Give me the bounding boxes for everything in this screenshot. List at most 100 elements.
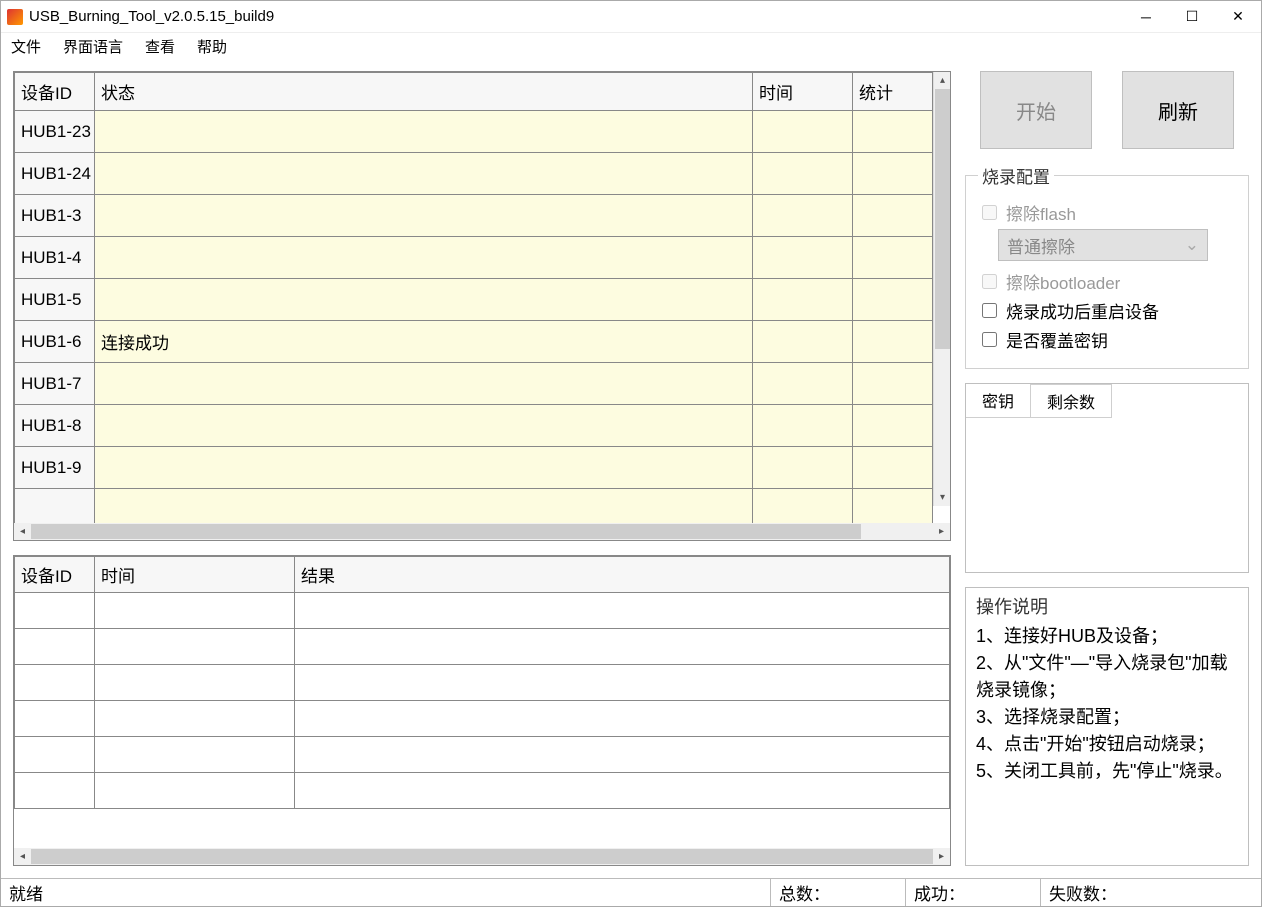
instruction-line: 1、连接好HUB及设备； [976, 623, 1238, 650]
cell-stats [853, 363, 933, 405]
col-stats[interactable]: 统计 [853, 73, 933, 111]
col-device-id[interactable]: 设备ID [15, 73, 95, 111]
start-button[interactable]: 开始 [980, 71, 1092, 149]
maximize-button[interactable]: ☐ [1169, 1, 1215, 33]
erase-bootloader-checkbox[interactable]: 擦除bootloader [978, 269, 1236, 294]
statusbar: 就绪 总数： 成功： 失败数： [1, 878, 1261, 906]
table-row[interactable]: HUB1-24 [15, 153, 933, 195]
cell-time [753, 447, 853, 489]
rcol-time[interactable]: 时间 [95, 557, 295, 593]
instruction-line: 4、点击"开始"按钮启动烧录； [976, 731, 1238, 758]
cell-status: 连接成功 [95, 321, 753, 363]
menubar: 文件 界面语言 查看 帮助 [1, 33, 1261, 59]
rcol-device-id[interactable]: 设备ID [15, 557, 95, 593]
window-title: USB_Burning_Tool_v2.0.5.15_build9 [29, 8, 1123, 25]
cell-time [753, 279, 853, 321]
erase-bootloader-input[interactable] [982, 274, 997, 289]
col-time[interactable]: 时间 [753, 73, 853, 111]
table-row[interactable]: HUB1-8 [15, 405, 933, 447]
table-row[interactable]: HUB1-6连接成功 [15, 321, 933, 363]
rcol-result[interactable]: 结果 [295, 557, 950, 593]
cell-stats [853, 321, 933, 363]
reboot-after-checkbox[interactable]: 烧录成功后重启设备 [978, 298, 1236, 323]
col-status[interactable]: 状态 [95, 73, 753, 111]
burn-config-legend: 烧录配置 [978, 163, 1054, 188]
chevron-down-icon: ⌄ [1185, 235, 1199, 255]
cell-device-id: HUB1-9 [15, 447, 95, 489]
result-table-hscrollbar[interactable]: ◂ ▸ [14, 848, 950, 865]
menu-view[interactable]: 查看 [141, 34, 179, 59]
refresh-button[interactable]: 刷新 [1122, 71, 1234, 149]
tab-key[interactable]: 密钥 [966, 384, 1031, 418]
reboot-after-input[interactable] [982, 303, 997, 318]
cell-status [95, 447, 753, 489]
instructions-title: 操作说明 [976, 594, 1238, 621]
app-icon [7, 9, 23, 25]
status-total: 总数： [771, 879, 906, 906]
hscroll-thumb[interactable] [31, 524, 861, 539]
menu-language[interactable]: 界面语言 [59, 34, 127, 59]
menu-help[interactable]: 帮助 [193, 34, 231, 59]
action-buttons: 开始 刷新 [965, 71, 1249, 149]
status-success: 成功： [906, 879, 1041, 906]
result-table: 设备ID 时间 结果 [14, 556, 950, 809]
menu-file[interactable]: 文件 [7, 34, 45, 59]
scroll-down-icon[interactable]: ▾ [934, 489, 950, 506]
table-row[interactable]: HUB1-4 [15, 237, 933, 279]
cell-time [753, 363, 853, 405]
status-ready: 就绪 [1, 879, 771, 906]
table-row[interactable]: HUB1-9 [15, 447, 933, 489]
cell-stats [853, 153, 933, 195]
scroll-left-icon[interactable]: ◂ [14, 848, 31, 865]
erase-flash-input[interactable] [982, 205, 997, 220]
right-column: 开始 刷新 烧录配置 擦除flash 普通擦除 ⌄ 擦除bootloader [965, 71, 1249, 866]
overwrite-key-checkbox[interactable]: 是否覆盖密钥 [978, 327, 1236, 352]
cell-status [95, 237, 753, 279]
device-table-hscrollbar[interactable]: ◂ ▸ [14, 523, 950, 540]
table-row[interactable]: HUB1-7 [15, 363, 933, 405]
key-box: 密钥 剩余数 [965, 383, 1249, 573]
table-row[interactable]: HUB1-23 [15, 111, 933, 153]
scroll-up-icon[interactable]: ▴ [934, 72, 950, 89]
cell-device-id: HUB1-4 [15, 237, 95, 279]
cell-device-id: HUB1-6 [15, 321, 95, 363]
cell-device-id: HUB1-24 [15, 153, 95, 195]
cell-device-id: HUB1-3 [15, 195, 95, 237]
cell-status [95, 111, 753, 153]
hscroll-thumb[interactable] [31, 849, 933, 864]
result-table-box: 设备ID 时间 结果 [13, 555, 951, 866]
titlebar: USB_Burning_Tool_v2.0.5.15_build9 ─ ☐ ✕ [1, 1, 1261, 33]
scroll-right-icon[interactable]: ▸ [933, 848, 950, 865]
cell-status [95, 363, 753, 405]
erase-mode-select[interactable]: 普通擦除 ⌄ [998, 229, 1208, 261]
cell-time [753, 111, 853, 153]
instruction-line: 2、从"文件"—"导入烧录包"加载烧录镜像； [976, 650, 1238, 704]
vscroll-thumb[interactable] [935, 89, 950, 349]
erase-flash-checkbox[interactable]: 擦除flash [978, 200, 1236, 225]
cell-device-id: HUB1-8 [15, 405, 95, 447]
tab-remaining[interactable]: 剩余数 [1030, 384, 1112, 418]
cell-device-id: HUB1-5 [15, 279, 95, 321]
overwrite-key-input[interactable] [982, 332, 997, 347]
cell-time [753, 237, 853, 279]
cell-stats [853, 405, 933, 447]
table-row[interactable]: HUB1-3 [15, 195, 933, 237]
content-area: 设备ID 状态 时间 统计 HUB1-23HUB1-24HUB1-3HUB1-4… [1, 59, 1261, 878]
minimize-button[interactable]: ─ [1123, 1, 1169, 33]
cell-time [753, 153, 853, 195]
scroll-left-icon[interactable]: ◂ [14, 523, 31, 540]
cell-status [95, 405, 753, 447]
cell-status [95, 195, 753, 237]
device-table-vscrollbar[interactable]: ▴ ▾ [933, 72, 950, 506]
cell-stats [853, 111, 933, 153]
table-row[interactable]: HUB1-5 [15, 279, 933, 321]
cell-stats [853, 279, 933, 321]
instruction-line: 3、选择烧录配置； [976, 704, 1238, 731]
result-table-scroll: 设备ID 时间 结果 [14, 556, 950, 848]
cell-stats [853, 237, 933, 279]
cell-time [753, 321, 853, 363]
cell-time [753, 195, 853, 237]
table-row [15, 489, 933, 524]
scroll-right-icon[interactable]: ▸ [933, 523, 950, 540]
close-button[interactable]: ✕ [1215, 1, 1261, 33]
